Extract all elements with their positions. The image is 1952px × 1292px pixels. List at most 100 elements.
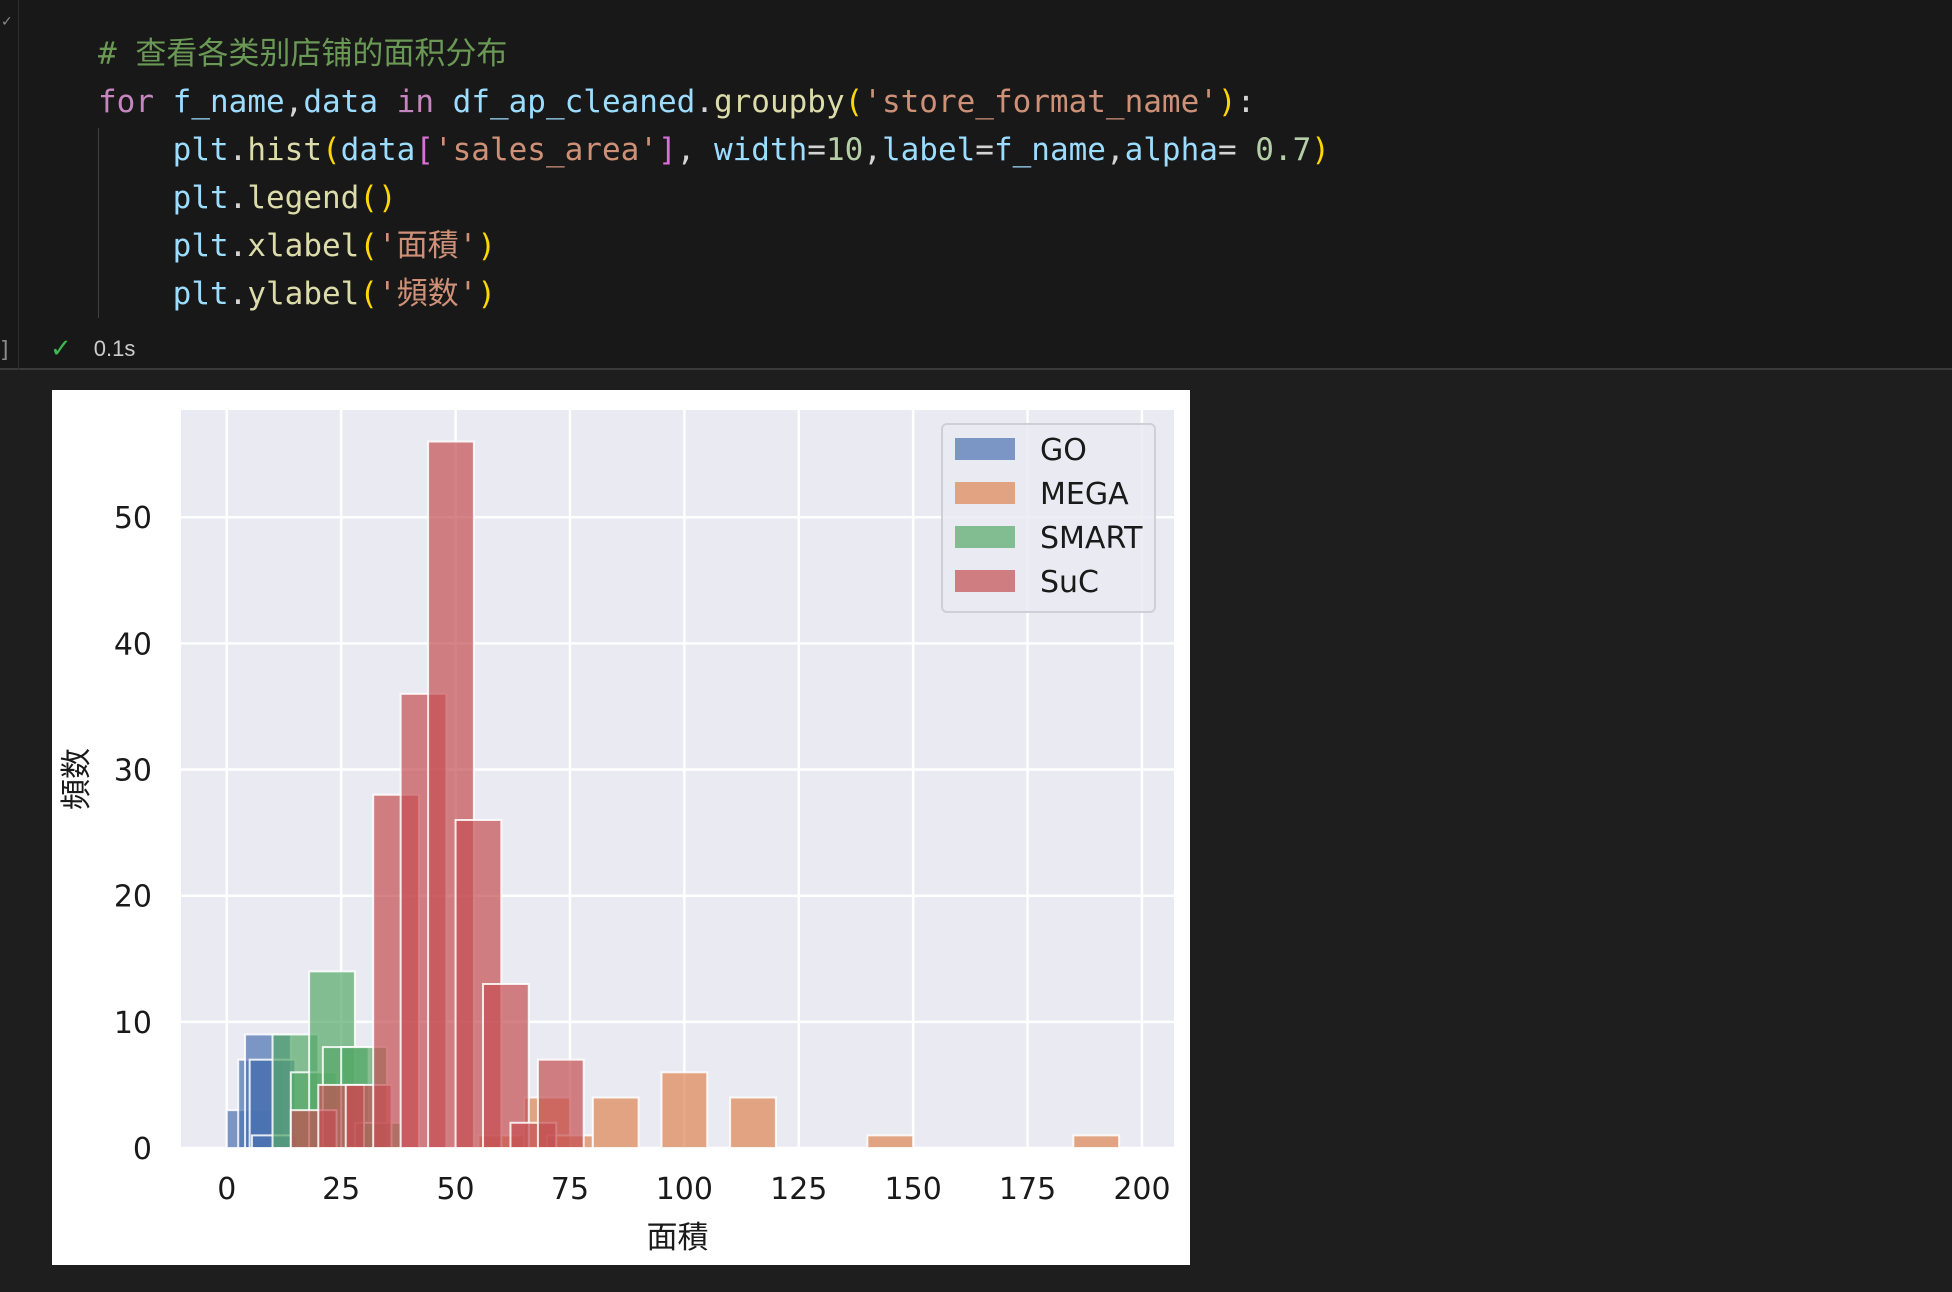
histogram-bar: [729, 1096, 777, 1149]
execution-time: 0.1s: [93, 336, 136, 361]
x-tick-label: 50: [436, 1172, 474, 1207]
y-tick-label: 30: [114, 754, 152, 789]
code-token: .: [228, 228, 248, 264]
histogram-bar: [591, 1096, 640, 1149]
code-token: data: [340, 132, 416, 168]
code-token: .: [695, 84, 714, 120]
code-token: ,: [676, 132, 714, 168]
code-token: in: [396, 84, 434, 120]
code-token: data: [303, 84, 378, 120]
success-check-icon: ✓: [50, 334, 72, 364]
code-line[interactable]: # 查看各类别店铺的面积分布: [98, 30, 1330, 78]
y-tick-label: 0: [133, 1132, 152, 1167]
legend-label: SMART: [1040, 521, 1143, 556]
code-token: 'sales_area': [433, 132, 658, 168]
code-token: ): [1311, 132, 1330, 168]
execution-bracket: ]: [0, 338, 9, 363]
code-token: plt: [172, 228, 229, 264]
code-token: ): [477, 276, 496, 312]
x-tick-label: 200: [1113, 1172, 1170, 1207]
x-tick-label: 75: [551, 1172, 589, 1207]
code-token: df_ap_cleaned: [452, 84, 696, 120]
legend-swatch: [955, 570, 1015, 592]
code-token: [: [415, 132, 434, 168]
code-token: '面積': [377, 228, 478, 264]
histogram-bar: [1072, 1134, 1121, 1150]
x-tick-label: 100: [656, 1172, 713, 1207]
code-token: .: [228, 276, 248, 312]
code-token: plt: [172, 276, 229, 312]
code-token: plt: [172, 132, 229, 168]
code-token: f_name: [993, 132, 1106, 168]
collapse-chevron-icon[interactable]: ✓: [1, 14, 13, 30]
x-axis-label: 面積: [647, 1220, 709, 1256]
code-token: (: [359, 228, 378, 264]
x-tick-label: 175: [999, 1172, 1056, 1207]
legend: GO MEGA SMART SuC: [941, 423, 1156, 613]
code-editor[interactable]: # 查看各类别店铺的面积分布 for f_name,data in df_ap_c…: [98, 30, 1330, 318]
legend-label: GO: [1040, 433, 1087, 468]
code-token: xlabel: [247, 228, 360, 264]
histogram-bar: [660, 1071, 709, 1149]
code-token: groupby: [713, 84, 845, 120]
code-token: (): [359, 180, 397, 216]
histogram-bar: [866, 1134, 915, 1150]
code-token: width: [713, 132, 808, 168]
x-tick-label: 150: [885, 1172, 942, 1207]
code-token: .: [228, 180, 248, 216]
notebook-cell[interactable]: ✓ ] # 查看各类别店铺的面积分布 for f_name,data in df_…: [0, 0, 1952, 370]
code-token: =: [975, 132, 994, 168]
code-token: label: [881, 132, 976, 168]
code-token: 10: [825, 132, 864, 168]
code-token: (: [359, 276, 378, 312]
code-line[interactable]: for f_name,data in df_ap_cleaned.groupby…: [98, 78, 1330, 126]
code-token: '頻数': [377, 276, 478, 312]
histogram-chart: 0 25 50 75 100 125 150 175 200 0 10 20 30 40 50 面積 頻数 GO M…: [59, 410, 1174, 1256]
code-token: ,: [1105, 132, 1125, 168]
execution-status: ✓ 0.1s: [50, 334, 135, 364]
y-tick-label: 50: [114, 501, 152, 536]
code-token: # 查看各类别店铺的面积分布: [98, 36, 508, 72]
code-token: 'store_format_name': [863, 84, 1218, 120]
code-token: f_name: [172, 84, 285, 120]
code-token: for: [98, 84, 154, 120]
code-line[interactable]: plt.ylabel('頻数'): [98, 270, 1330, 318]
code-token: (: [321, 132, 341, 168]
code-token: ,: [863, 132, 882, 168]
code-token: ,: [284, 84, 304, 120]
code-token: ]: [657, 132, 677, 168]
y-tick-label: 20: [114, 880, 152, 915]
legend-label: MEGA: [1040, 477, 1129, 512]
cell-output: 0 25 50 75 100 125 150 175 200 0 10 20 30 40 50 面積 頻数 GO M…: [52, 390, 1190, 1265]
y-tick-label: 40: [114, 627, 152, 662]
code-token: =: [1217, 132, 1256, 168]
code-token: ylabel: [247, 276, 360, 312]
x-tick-label: 125: [770, 1172, 827, 1207]
legend-swatch: [955, 482, 1015, 504]
code-line[interactable]: plt.legend(): [98, 174, 1330, 222]
code-token: 0.7: [1255, 132, 1312, 168]
code-token: ): [1217, 84, 1237, 120]
code-line[interactable]: plt.xlabel('面積'): [98, 222, 1330, 270]
code-token: (: [844, 84, 864, 120]
y-tick-label: 10: [114, 1006, 152, 1041]
legend-swatch: [955, 438, 1015, 460]
legend-swatch: [955, 526, 1015, 548]
code-token: alpha: [1124, 132, 1218, 168]
y-axis-label: 頻数: [59, 748, 95, 810]
cell-gutter: ✓ ]: [0, 0, 19, 370]
code-token: =: [807, 132, 826, 168]
code-token: :: [1236, 84, 1256, 120]
x-tick-label: 25: [322, 1172, 360, 1207]
x-tick-label: 0: [217, 1172, 236, 1207]
code-token: hist: [247, 132, 322, 168]
code-line[interactable]: plt.hist(data['sales_area'], width=10,la…: [98, 126, 1330, 174]
code-token: legend: [247, 180, 360, 216]
